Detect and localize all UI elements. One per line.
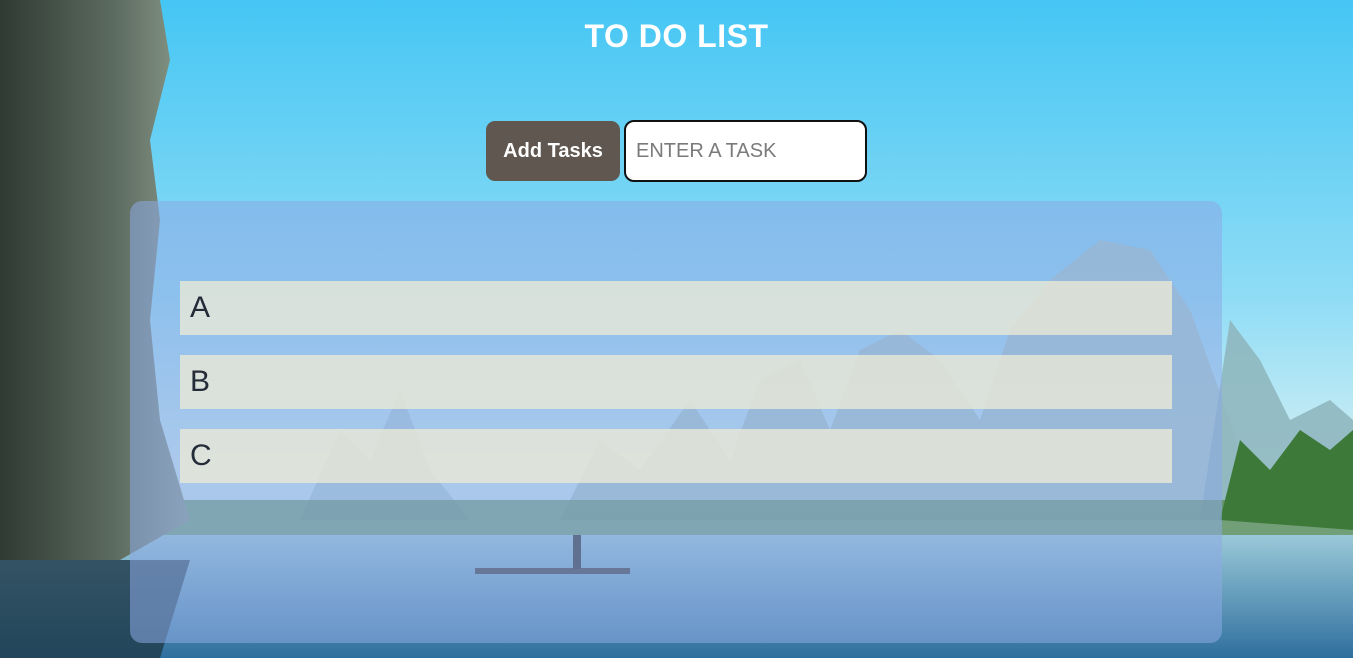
- task-item-b[interactable]: B: [180, 355, 1172, 409]
- todo-page: TO DO LIST Add Tasks A B C: [0, 0, 1353, 658]
- task-list: A B C: [180, 281, 1172, 503]
- task-item-c[interactable]: C: [180, 429, 1172, 483]
- task-item-a[interactable]: A: [180, 281, 1172, 335]
- page-title: TO DO LIST: [584, 18, 769, 54]
- task-list-panel: A B C: [130, 201, 1222, 643]
- add-tasks-button[interactable]: Add Tasks: [486, 121, 620, 181]
- task-input[interactable]: [624, 120, 867, 182]
